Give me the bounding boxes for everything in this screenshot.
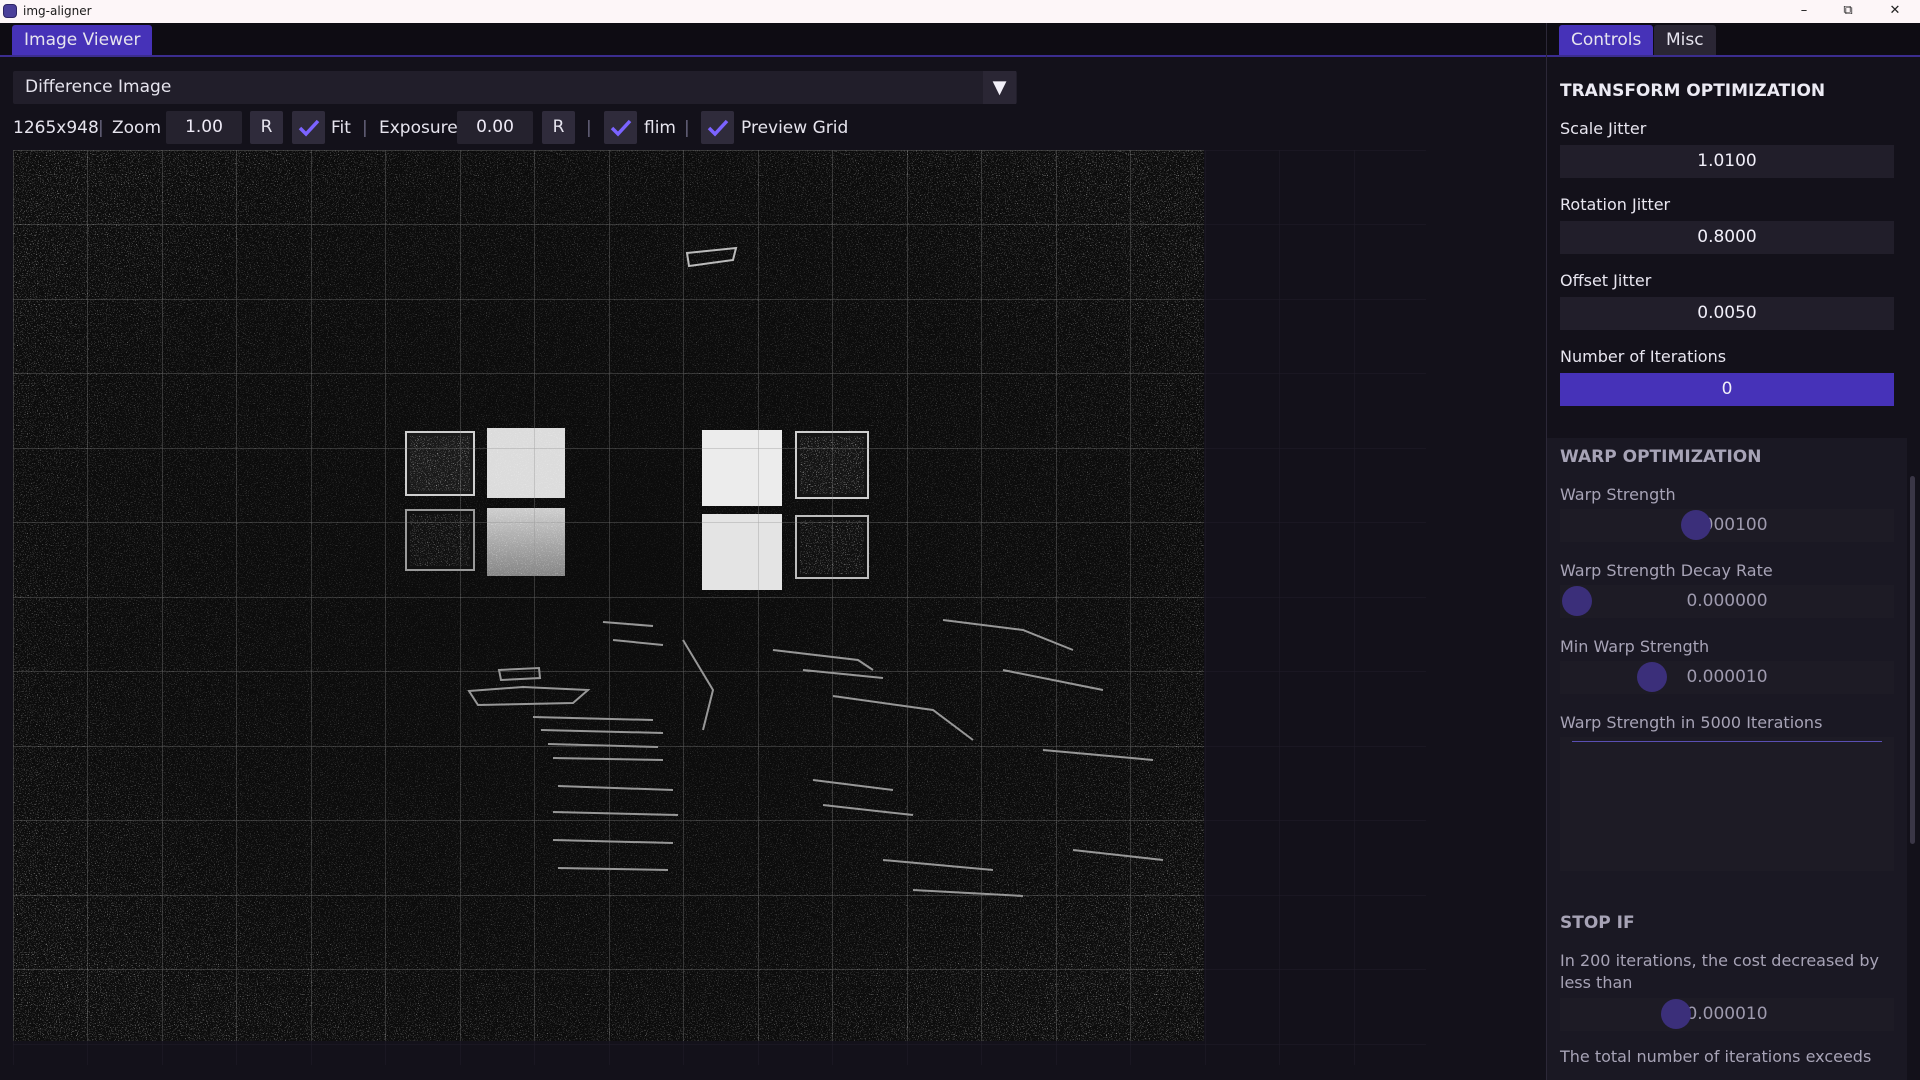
flim-label: flim — [644, 118, 676, 138]
toolbar-separator: | — [362, 118, 368, 138]
tab-misc[interactable]: Misc — [1654, 25, 1716, 55]
rotation-jitter-label: Rotation Jitter — [1560, 195, 1671, 214]
warp-plot-label: Warp Strength in 5000 Iterations — [1560, 713, 1823, 732]
toolbar-separator: | — [684, 118, 690, 138]
fit-label: Fit — [331, 118, 351, 138]
title-bar: img-aligner – ⧉ ✕ — [0, 0, 1920, 23]
warp-decay-label: Warp Strength Decay Rate — [1560, 561, 1773, 580]
offset-jitter-label: Offset Jitter — [1560, 271, 1652, 290]
close-button[interactable]: ✕ — [1873, 0, 1917, 23]
checkmark-icon — [707, 119, 729, 137]
checkmark-icon — [610, 119, 632, 137]
zoom-reset-button[interactable]: R — [250, 111, 283, 144]
iterations-label: Number of Iterations — [1560, 347, 1727, 366]
warp-optimization-title: WARP OPTIMIZATION — [1560, 447, 1762, 467]
checkmark-icon — [298, 119, 320, 137]
warp-strength-slider[interactable]: 0.000100 — [1560, 509, 1894, 542]
offset-jitter-input[interactable]: 0.0050 — [1560, 297, 1894, 330]
view-mode-select[interactable]: Difference Image — [13, 71, 1017, 104]
iterations-input[interactable]: 0 — [1560, 373, 1894, 406]
scale-jitter-input[interactable]: 1.0100 — [1560, 145, 1894, 178]
image-dimensions: 1265x948 — [13, 118, 99, 138]
controls-tab-bar: Controls Misc — [1547, 23, 1920, 57]
exposure-input[interactable]: 0.00 — [457, 111, 533, 144]
viewer-tab-bar: Image Viewer — [0, 23, 1546, 57]
zoom-input[interactable]: 1.00 — [166, 111, 242, 144]
warp-decay-slider[interactable]: 0.000000 — [1560, 585, 1894, 618]
min-warp-slider[interactable]: 0.000010 — [1560, 661, 1894, 694]
warp-strength-label: Warp Strength — [1560, 485, 1676, 504]
transform-optimization-title: TRANSFORM OPTIMIZATION — [1560, 81, 1826, 101]
warp-strength-line — [1572, 741, 1882, 742]
warp-decay-slider-handle[interactable] — [1562, 586, 1592, 616]
preview-grid-label: Preview Grid — [741, 118, 849, 138]
min-warp-label: Min Warp Strength — [1560, 637, 1710, 656]
image-canvas[interactable] — [13, 150, 1426, 1065]
cost-threshold-slider-handle[interactable] — [1661, 999, 1691, 1029]
rotation-jitter-input[interactable]: 0.8000 — [1560, 221, 1894, 254]
window-title: img-aligner — [23, 4, 92, 18]
maximize-button[interactable]: ⧉ — [1826, 0, 1870, 23]
warp-strength-plot — [1560, 737, 1894, 871]
preview-grid-checkbox[interactable] — [701, 111, 734, 144]
tab-controls[interactable]: Controls — [1559, 25, 1654, 55]
exposure-reset-button[interactable]: R — [542, 111, 575, 144]
toolbar-separator: | — [586, 118, 592, 138]
panel-scrollbar[interactable] — [1910, 476, 1915, 844]
cost-threshold-slider[interactable]: 0.000010 — [1560, 998, 1894, 1031]
stop-if-title: STOP IF — [1560, 913, 1635, 933]
warp-strength-slider-handle[interactable] — [1681, 510, 1711, 540]
zoom-label: Zoom — [112, 118, 162, 138]
fit-checkbox[interactable] — [292, 111, 325, 144]
scale-jitter-label: Scale Jitter — [1560, 119, 1647, 138]
tab-image-viewer[interactable]: Image Viewer — [12, 25, 153, 55]
app-icon — [3, 4, 17, 18]
chevron-down-icon[interactable]: ▼ — [983, 71, 1016, 104]
flim-checkbox[interactable] — [604, 111, 637, 144]
minimize-button[interactable]: – — [1782, 0, 1826, 23]
difference-image — [13, 150, 1204, 1041]
min-warp-slider-handle[interactable] — [1637, 662, 1667, 692]
toolbar-separator: | — [98, 118, 104, 138]
total-iterations-label: The total number of iterations exceeds — [1560, 1047, 1872, 1066]
exposure-label: Exposure — [379, 118, 458, 138]
cost-threshold-label: In 200 iterations, the cost decreased by… — [1560, 951, 1880, 992]
